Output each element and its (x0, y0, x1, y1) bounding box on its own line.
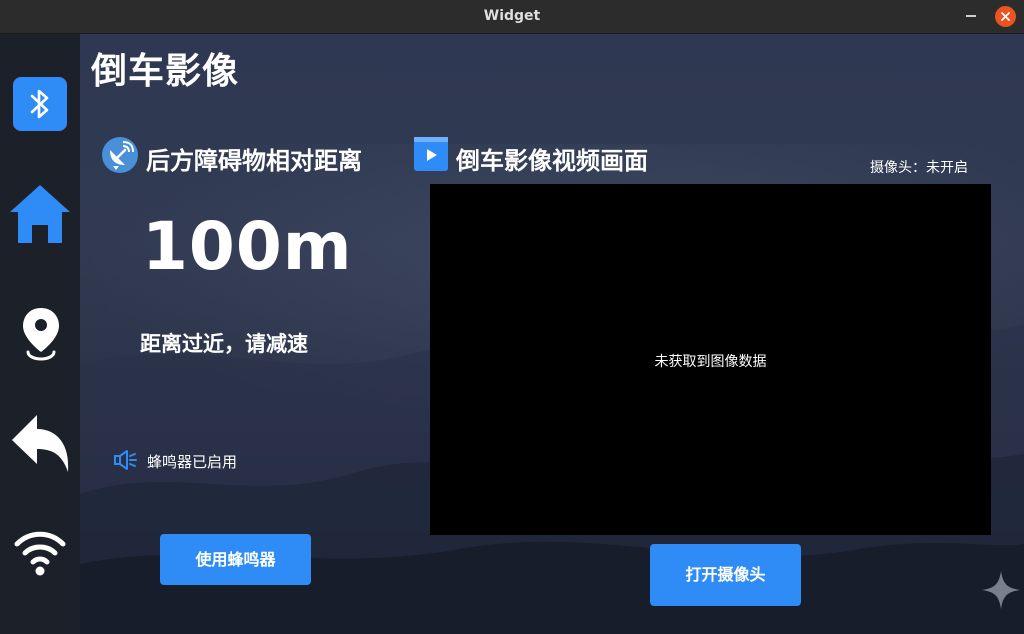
sparkle-icon (982, 571, 1020, 609)
no-image-message: 未获取到图像数据 (654, 354, 767, 370)
radar-icon (102, 137, 138, 173)
distance-value: 100m (142, 208, 353, 285)
close-icon (1001, 12, 1010, 21)
sidebar-item-location[interactable] (20, 306, 62, 366)
wifi-icon (14, 531, 66, 576)
use-buzzer-button[interactable]: 使用蜂鸣器 (160, 534, 311, 585)
video-display: 未获取到图像数据 (430, 184, 991, 535)
close-button[interactable] (995, 6, 1016, 27)
back-arrow-icon (12, 415, 69, 472)
buzzer-status: 蜂鸣器已启用 (147, 453, 238, 471)
location-pin-icon (23, 308, 59, 361)
sidebar (0, 34, 80, 634)
window-title: Widget (483, 8, 541, 24)
window-titlebar: Widget (0, 0, 1024, 34)
obstacle-heading: 后方障碍物相对距离 (146, 147, 362, 175)
home-icon (10, 185, 70, 243)
sidebar-item-back[interactable] (10, 412, 70, 478)
sidebar-item-bluetooth[interactable] (13, 77, 67, 131)
speaker-icon (114, 450, 137, 470)
sidebar-item-wifi[interactable] (13, 526, 67, 582)
open-camera-button[interactable]: 打开摄像头 (650, 544, 801, 606)
main-panel: 倒车影像 后方障碍物相对距离 倒车影像视频画面 摄像头：未开启 100m 距离过… (80, 34, 1024, 634)
camera-status: 摄像头：未开启 (870, 160, 968, 176)
distance-warning: 距离过近，请减速 (140, 332, 308, 356)
page-title: 倒车影像 (91, 51, 240, 92)
video-heading: 倒车影像视频画面 (456, 147, 648, 175)
minimize-icon[interactable] (966, 15, 976, 17)
video-icon (414, 137, 448, 171)
sidebar-item-home[interactable] (9, 182, 71, 248)
bluetooth-icon (30, 89, 49, 119)
